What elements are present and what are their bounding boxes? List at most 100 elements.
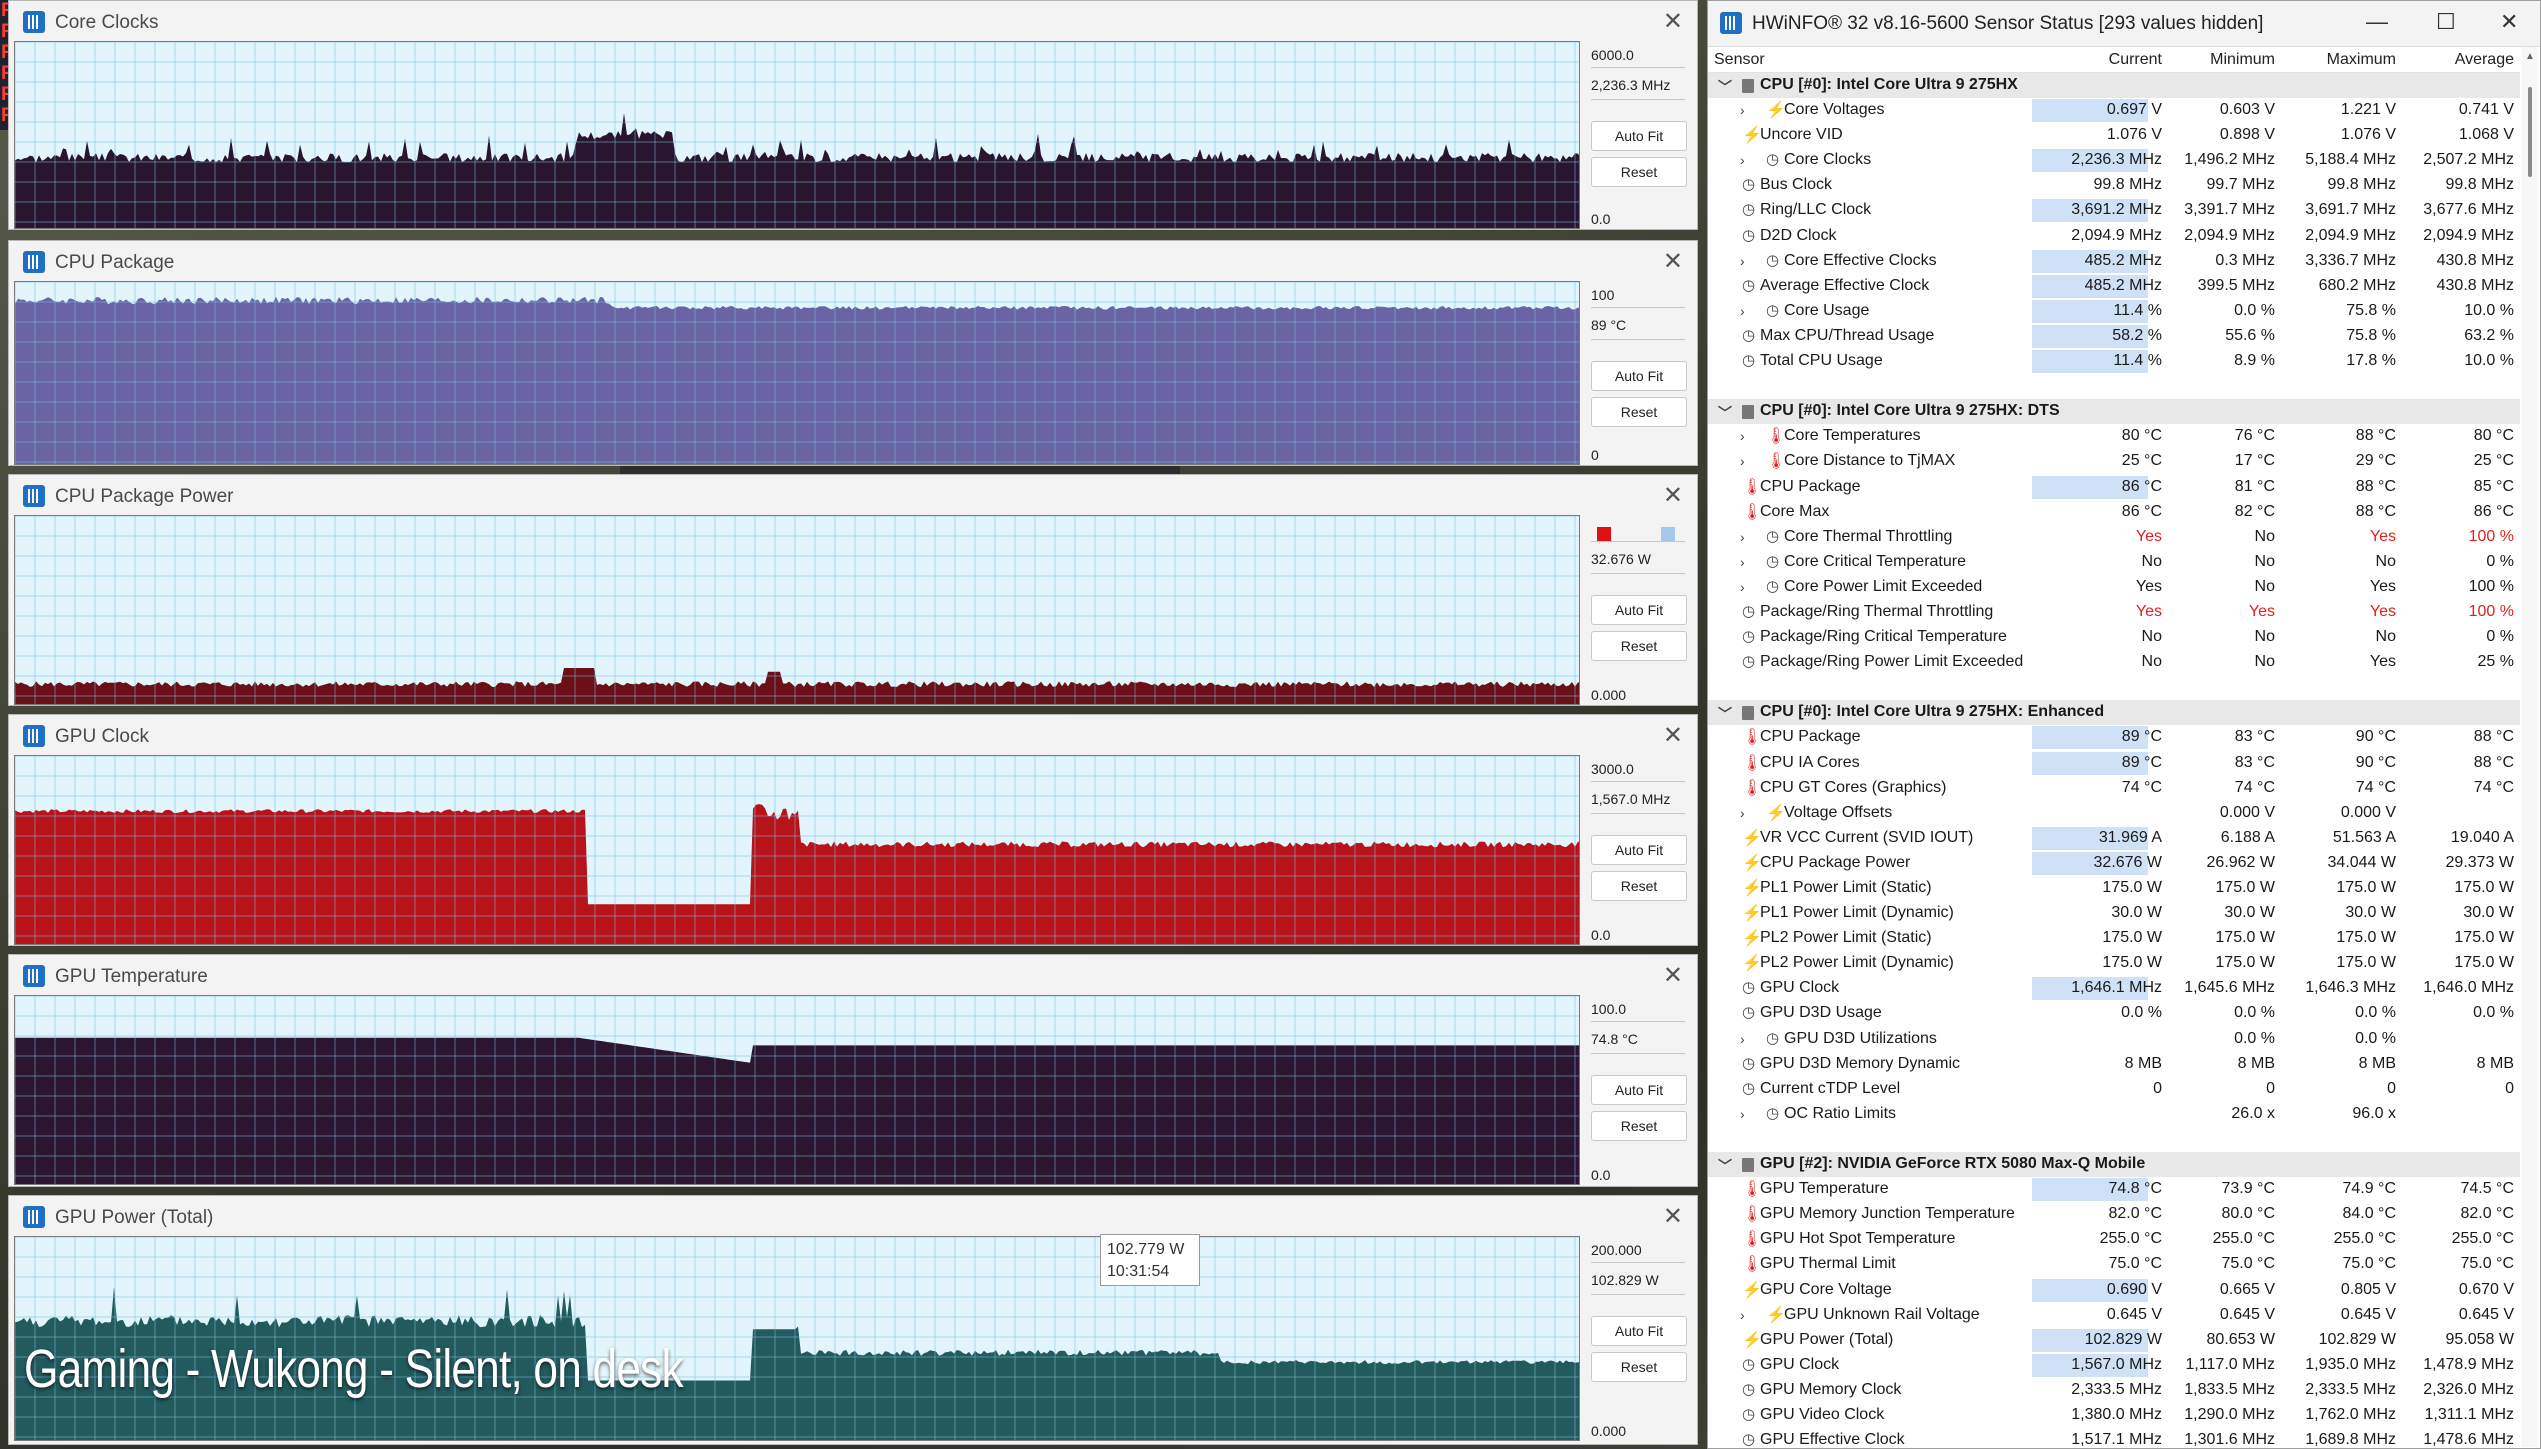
sensor-row[interactable]: ⚡ PL2 Power Limit (Dynamic) 175.0 W 175.… <box>1708 951 2520 976</box>
column-header-minimum[interactable]: Minimum <box>2210 51 2275 69</box>
maximize-icon[interactable]: ☐ <box>2436 9 2456 35</box>
graph-title-bar[interactable]: Core Clocks ✕ <box>9 1 1697 41</box>
sensor-group-header[interactable]: ﹀ CPU [#0]: Intel Core Ultra 9 275HX: DT… <box>1708 399 2520 425</box>
close-icon[interactable]: ✕ <box>1663 1202 1683 1231</box>
close-icon[interactable]: ✕ <box>1663 721 1683 750</box>
sensor-row[interactable]: ◷ GPU D3D Usage 0.0 % 0.0 % 0.0 % 0.0 % <box>1708 1001 2520 1026</box>
sensor-group-header[interactable]: ﹀ CPU [#0]: Intel Core Ultra 9 275HX <box>1708 73 2520 99</box>
auto-fit-button[interactable]: Auto Fit <box>1591 1075 1687 1105</box>
close-icon[interactable]: ✕ <box>1663 247 1683 276</box>
expand-chevron-icon[interactable]: › <box>1740 253 1745 269</box>
auto-fit-button[interactable]: Auto Fit <box>1591 1316 1687 1346</box>
expand-chevron-icon[interactable]: › <box>1740 529 1745 545</box>
column-header-average[interactable]: Average <box>2455 51 2514 69</box>
auto-fit-button[interactable]: Auto Fit <box>1591 595 1687 625</box>
reset-button[interactable]: Reset <box>1591 397 1687 427</box>
sensor-row[interactable]: ◷ Package/Ring Power Limit Exceeded No N… <box>1708 650 2520 675</box>
sensor-row[interactable]: › ◷ OC Ratio Limits 26.0 x 96.0 x <box>1708 1102 2520 1127</box>
sensor-row[interactable]: ⚡ PL1 Power Limit (Dynamic) 30.0 W 30.0 … <box>1708 901 2520 926</box>
sensor-row[interactable]: › ◷ GPU D3D Utilizations 0.0 % 0.0 % <box>1708 1027 2520 1052</box>
sensor-row[interactable]: › ◷ Core Power Limit Exceeded Yes No Yes … <box>1708 575 2520 600</box>
column-header-sensor[interactable]: Sensor <box>1714 51 1765 69</box>
sensor-row[interactable]: ⚡ Uncore VID 1.076 V 0.898 V 1.076 V 1.0… <box>1708 123 2520 148</box>
sensor-row[interactable]: 🌡 GPU Hot Spot Temperature 255.0 °C 255.… <box>1708 1227 2520 1252</box>
sensor-row[interactable]: ⚡ PL1 Power Limit (Static) 175.0 W 175.0… <box>1708 876 2520 901</box>
sensor-row[interactable]: ◷ Package/Ring Critical Temperature No N… <box>1708 625 2520 650</box>
sensor-row[interactable]: ◷ GPU Clock 1,646.1 MHz 1,645.6 MHz 1,64… <box>1708 976 2520 1001</box>
sensor-group-header[interactable]: ﹀ CPU [#0]: Intel Core Ultra 9 275HX: En… <box>1708 700 2520 726</box>
graph-title-bar[interactable]: GPU Clock ✕ <box>9 715 1697 755</box>
column-header-maximum[interactable]: Maximum <box>2327 51 2396 69</box>
sensor-row[interactable]: ◷ GPU Memory Clock 2,333.5 MHz 1,833.5 M… <box>1708 1378 2520 1403</box>
sensor-row[interactable]: › 🌡 Core Temperatures 80 °C 76 °C 88 °C 8… <box>1708 424 2520 449</box>
sensor-row[interactable]: ◷ GPU D3D Memory Dynamic 8 MB 8 MB 8 MB … <box>1708 1052 2520 1077</box>
collapse-chevron-icon[interactable]: ﹀ <box>1718 704 1732 724</box>
vertical-scrollbar[interactable]: ▲ <box>2522 47 2538 1447</box>
scroll-up-icon[interactable]: ▲ <box>2525 51 2535 62</box>
sensor-row[interactable]: 🌡 CPU Package 86 °C 81 °C 88 °C 85 °C <box>1708 475 2520 500</box>
graph-title-bar[interactable]: CPU Package Power ✕ <box>9 475 1697 515</box>
graph-color-swatch[interactable] <box>1597 527 1611 541</box>
expand-chevron-icon[interactable]: › <box>1740 303 1745 319</box>
sensor-row[interactable]: ⚡ GPU Core Voltage 0.690 V 0.665 V 0.805… <box>1708 1278 2520 1303</box>
sensor-row[interactable]: 🌡 GPU Temperature 74.8 °C 73.9 °C 74.9 °… <box>1708 1177 2520 1202</box>
sensor-row[interactable]: ◷ D2D Clock 2,094.9 MHz 2,094.9 MHz 2,09… <box>1708 224 2520 249</box>
sensor-row[interactable]: ◷ Total CPU Usage 11.4 % 8.9 % 17.8 % 10… <box>1708 349 2520 374</box>
sensor-row[interactable]: ◷ Ring/LLC Clock 3,691.2 MHz 3,391.7 MHz… <box>1708 198 2520 223</box>
hwinfo-title-bar[interactable]: HWiNFO® 32 v8.16-5600 Sensor Status [293… <box>1708 1 2540 47</box>
reset-button[interactable]: Reset <box>1591 1111 1687 1141</box>
expand-chevron-icon[interactable]: › <box>1740 152 1745 168</box>
auto-fit-button[interactable]: Auto Fit <box>1591 835 1687 865</box>
sensor-row[interactable]: 🌡 CPU GT Cores (Graphics) 74 °C 74 °C 74… <box>1708 776 2520 801</box>
sensor-row[interactable]: ◷ Package/Ring Thermal Throttling Yes Ye… <box>1708 600 2520 625</box>
reset-button[interactable]: Reset <box>1591 631 1687 661</box>
expand-chevron-icon[interactable]: › <box>1740 1307 1745 1323</box>
collapse-chevron-icon[interactable]: ﹀ <box>1718 403 1732 423</box>
expand-chevron-icon[interactable]: › <box>1740 805 1745 821</box>
sensor-row[interactable]: 🌡 Core Max 86 °C 82 °C 88 °C 86 °C <box>1708 500 2520 525</box>
sensor-row[interactable]: ◷ Max CPU/Thread Usage 58.2 % 55.6 % 75.… <box>1708 324 2520 349</box>
sensor-row[interactable]: › 🌡 Core Distance to TjMAX 25 °C 17 °C 29… <box>1708 449 2520 474</box>
sensor-row[interactable]: › ⚡ Core Voltages 0.697 V 0.603 V 1.221 V… <box>1708 98 2520 123</box>
sensor-row[interactable]: ◷ GPU Video Clock 1,380.0 MHz 1,290.0 MH… <box>1708 1403 2520 1428</box>
sensor-row[interactable]: ◷ GPU Clock 1,567.0 MHz 1,117.0 MHz 1,93… <box>1708 1353 2520 1378</box>
sensor-row[interactable]: › ◷ Core Critical Temperature No No No 0 … <box>1708 550 2520 575</box>
sensor-row[interactable]: 🌡 CPU Package 89 °C 83 °C 90 °C 88 °C <box>1708 725 2520 750</box>
sensor-row[interactable]: ◷ GPU Effective Clock 1,517.1 MHz 1,301.… <box>1708 1428 2520 1449</box>
sensor-row[interactable]: ◷ Current cTDP Level 0 0 0 0 <box>1708 1077 2520 1102</box>
sensor-row[interactable]: › ◷ Core Usage 11.4 % 0.0 % 75.8 % 10.0 % <box>1708 299 2520 324</box>
sensor-row[interactable]: ⚡ CPU Package Power 32.676 W 26.962 W 34… <box>1708 851 2520 876</box>
reset-button[interactable]: Reset <box>1591 871 1687 901</box>
expand-chevron-icon[interactable]: › <box>1740 453 1745 469</box>
graph-color-swatch[interactable] <box>1661 527 1675 541</box>
column-header-current[interactable]: Current <box>2109 51 2162 69</box>
sensor-row[interactable]: › ⚡ Voltage Offsets 0.000 V 0.000 V <box>1708 801 2520 826</box>
sensor-row[interactable]: › ◷ Core Thermal Throttling Yes No Yes 10… <box>1708 525 2520 550</box>
collapse-chevron-icon[interactable]: ﹀ <box>1718 77 1732 97</box>
auto-fit-button[interactable]: Auto Fit <box>1591 121 1687 151</box>
auto-fit-button[interactable]: Auto Fit <box>1591 361 1687 391</box>
sensor-row[interactable]: 🌡 CPU IA Cores 89 °C 83 °C 90 °C 88 °C <box>1708 751 2520 776</box>
expand-chevron-icon[interactable]: › <box>1740 428 1745 444</box>
sensor-row[interactable]: ⚡ VR VCC Current (SVID IOUT) 31.969 A 6.… <box>1708 826 2520 851</box>
reset-button[interactable]: Reset <box>1591 157 1687 187</box>
sensor-row[interactable]: › ◷ Core Effective Clocks 485.2 MHz 0.3 M… <box>1708 249 2520 274</box>
sensor-row[interactable]: ⚡ GPU Power (Total) 102.829 W 80.653 W 1… <box>1708 1328 2520 1353</box>
expand-chevron-icon[interactable]: › <box>1740 102 1745 118</box>
reset-button[interactable]: Reset <box>1591 1352 1687 1382</box>
sensor-row[interactable]: › ◷ Core Clocks 2,236.3 MHz 1,496.2 MHz 5… <box>1708 148 2520 173</box>
close-icon[interactable]: ✕ <box>1663 7 1683 36</box>
close-icon[interactable]: ✕ <box>2500 9 2518 35</box>
expand-chevron-icon[interactable]: › <box>1740 554 1745 570</box>
sensor-row[interactable]: 🌡 GPU Memory Junction Temperature 82.0 °… <box>1708 1202 2520 1227</box>
expand-chevron-icon[interactable]: › <box>1740 579 1745 595</box>
expand-chevron-icon[interactable]: › <box>1740 1031 1745 1047</box>
graph-title-bar[interactable]: GPU Power (Total) ✕ <box>9 1196 1697 1236</box>
sensor-row[interactable]: 🌡 GPU Thermal Limit 75.0 °C 75.0 °C 75.0… <box>1708 1252 2520 1277</box>
close-icon[interactable]: ✕ <box>1663 961 1683 990</box>
sensor-row[interactable]: › ⚡ GPU Unknown Rail Voltage 0.645 V 0.64… <box>1708 1303 2520 1328</box>
scrollbar-thumb[interactable] <box>2528 87 2532 177</box>
sensor-row[interactable]: ◷ Average Effective Clock 485.2 MHz 399.… <box>1708 274 2520 299</box>
graph-title-bar[interactable]: GPU Temperature ✕ <box>9 955 1697 995</box>
expand-chevron-icon[interactable]: › <box>1740 1106 1745 1122</box>
